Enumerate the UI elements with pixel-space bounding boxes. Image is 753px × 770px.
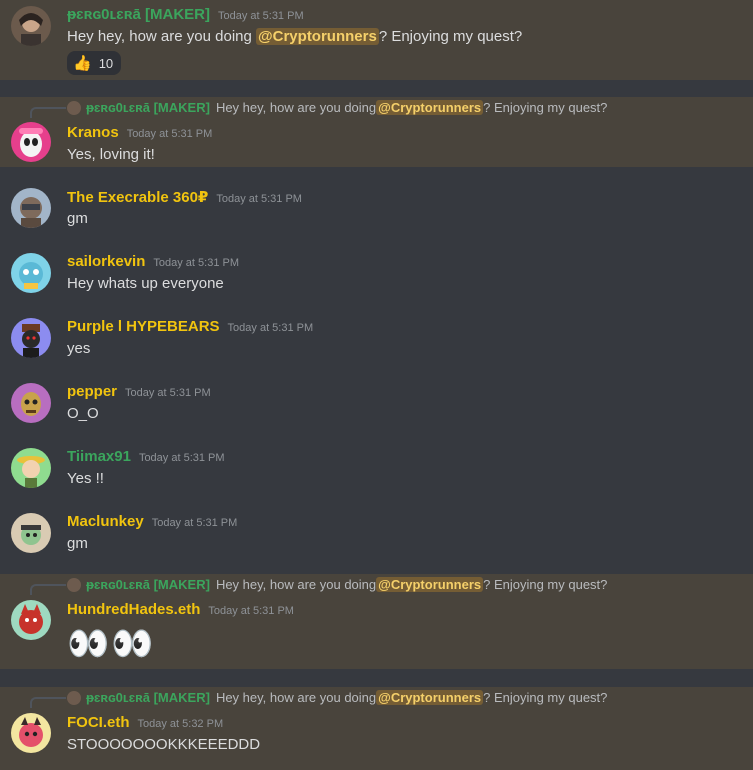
message-text: Hey hey, how are you doing @Cryptorunner… [67, 28, 523, 45]
message-text: gm [67, 210, 88, 227]
timestamp: Today at 5:32 PM [137, 718, 224, 730]
message-text: STOOOOOOOKKKEEEDDD [67, 736, 261, 753]
username[interactable]: Kranos [67, 124, 119, 141]
username[interactable]: Purple l HYPEBEARS [67, 318, 220, 335]
message-text: yes [67, 340, 91, 357]
execrable-avatar-icon[interactable] [11, 188, 51, 228]
reply-spine [30, 107, 66, 118]
message-text: Yes !! [67, 470, 104, 487]
message-text: Hey whats up everyone [67, 275, 224, 292]
username[interactable]: pepper [67, 383, 117, 400]
eyes-emoji: 👀👀 [67, 625, 156, 663]
hundredhades-avatar-icon[interactable] [11, 600, 51, 640]
timestamp: Today at 5:31 PM [218, 10, 304, 22]
reply-text: Hey hey, how are you doing [215, 690, 377, 705]
message-foci: ᵽɛʀɢ0ʟɛʀā [MAKER] Hey hey, how are you d… [0, 687, 753, 770]
username[interactable]: FOCI.eth [67, 714, 130, 731]
reply-spine [30, 697, 66, 708]
message-text: Yes, loving it! [67, 146, 155, 163]
username[interactable]: Tiimax91 [67, 448, 131, 465]
timestamp: Today at 5:31 PM [138, 452, 225, 464]
reply-avatar-icon [67, 100, 81, 115]
reaction-thumbs-up[interactable]: 👍 10 [67, 51, 121, 75]
reply-text-after: ? Enjoying my quest? [483, 100, 608, 115]
message-text: gm [67, 535, 88, 552]
message-text: O_O [67, 405, 99, 422]
maker-avatar-icon[interactable] [11, 6, 51, 46]
username[interactable]: HundredHades.eth [67, 601, 200, 618]
reply-mention[interactable]: @Cryptorunners [376, 577, 484, 592]
reply-author[interactable]: ᵽɛʀɢ0ʟɛʀā [MAKER] [86, 577, 210, 592]
reply-preview[interactable]: ᵽɛʀɢ0ʟɛʀā [MAKER] Hey hey, how are you d… [67, 100, 607, 115]
mention[interactable]: @Cryptorunners [256, 28, 379, 45]
reply-author[interactable]: ᵽɛʀɢ0ʟɛʀā [MAKER] [86, 690, 210, 705]
reaction-count: 10 [98, 55, 114, 71]
timestamp: Today at 5:31 PM [153, 257, 239, 269]
username[interactable]: The Execrable 360₽ [67, 189, 208, 206]
reply-preview[interactable]: ᵽɛʀɢ0ʟɛʀā [MAKER] Hey hey, how are you d… [67, 577, 607, 592]
timestamp: Today at 5:31 PM [216, 193, 302, 205]
username[interactable]: ᵽɛʀɢ0ʟɛʀā [MAKER] [67, 6, 210, 23]
reply-author[interactable]: ᵽɛʀɢ0ʟɛʀā [MAKER] [86, 100, 210, 115]
timestamp: Today at 5:31 PM [125, 387, 211, 399]
reply-avatar-icon [67, 577, 81, 592]
reply-preview[interactable]: ᵽɛʀɢ0ʟɛʀā [MAKER] Hey hey, how are you d… [67, 690, 607, 705]
message-hundredhades: ᵽɛʀɢ0ʟɛʀā [MAKER] Hey hey, how are you d… [0, 574, 753, 669]
timestamp: Today at 5:31 PM [208, 605, 294, 617]
message-execrable: The Execrable 360₽ Today at 5:31 PM gm [0, 180, 753, 240]
sailorkevin-avatar-icon[interactable] [11, 253, 51, 293]
thumbs-up-icon: 👍 [73, 55, 92, 72]
reply-text-after: ? Enjoying my quest? [483, 577, 608, 592]
purple-avatar-icon[interactable] [11, 318, 51, 358]
timestamp: Today at 5:31 PM [126, 128, 213, 140]
timestamp: Today at 5:31 PM [227, 322, 314, 334]
reply-mention[interactable]: @Cryptorunners [376, 100, 484, 115]
username[interactable]: Maclunkey [67, 513, 144, 530]
reply-mention[interactable]: @Cryptorunners [376, 690, 484, 705]
pepper-avatar-icon[interactable] [11, 383, 51, 423]
reply-text: Hey hey, how are you doing [215, 100, 377, 115]
foci-avatar-icon[interactable] [11, 713, 51, 753]
reply-spine [30, 584, 66, 595]
maclunkey-avatar-icon[interactable] [11, 513, 51, 553]
reply-text: Hey hey, how are you doing [215, 577, 377, 592]
username[interactable]: sailorkevin [67, 253, 145, 270]
message-tiimax: Tiimax91 Today at 5:31 PM Yes !! [0, 440, 753, 500]
timestamp: Today at 5:31 PM [151, 517, 238, 529]
message-sailorkevin: sailorkevin Today at 5:31 PM Hey whats up… [0, 245, 753, 305]
message-kranos: ᵽɛʀɢ0ʟɛʀā [MAKER] Hey hey, how are you d… [0, 97, 753, 167]
message-maker: ᵽɛʀɢ0ʟɛʀā [MAKER] Today at 5:31 PM Hey he… [0, 0, 753, 80]
tiimax-avatar-icon[interactable] [11, 448, 51, 488]
kranos-avatar-icon[interactable] [11, 122, 51, 162]
reply-avatar-icon [67, 690, 81, 705]
message-purple: Purple l HYPEBEARS Today at 5:31 PM yes [0, 310, 753, 370]
reply-text-after: ? Enjoying my quest? [483, 690, 608, 705]
message-pepper: pepper Today at 5:31 PM O_O [0, 375, 753, 435]
message-maclunkey: Maclunkey Today at 5:31 PM gm [0, 505, 753, 565]
